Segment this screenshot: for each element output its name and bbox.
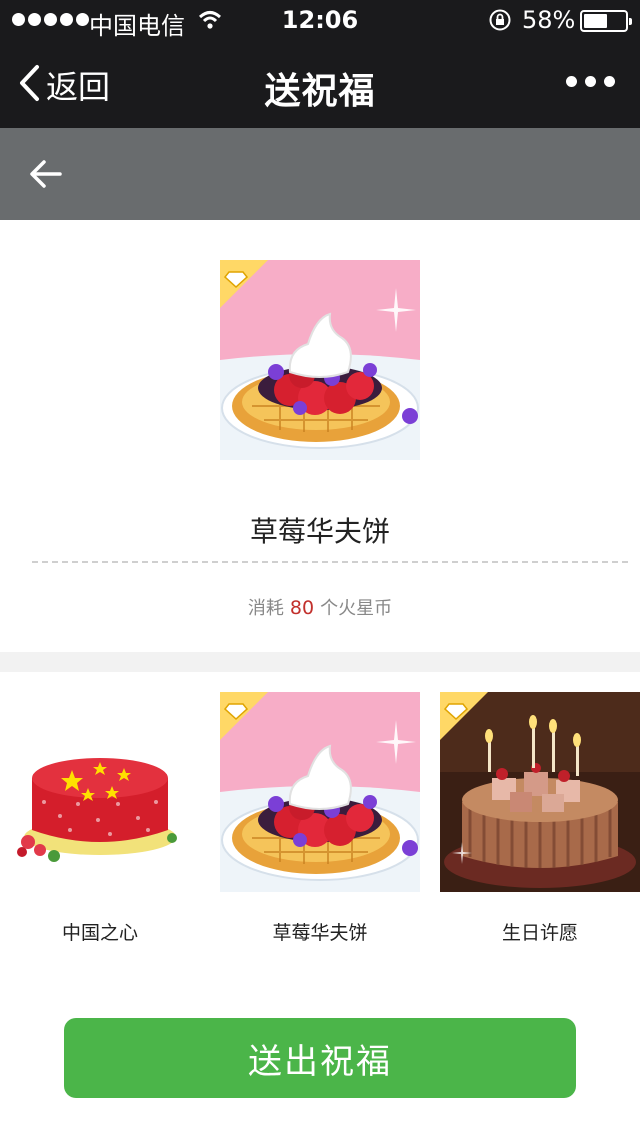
cost-amount: 80	[289, 597, 315, 619]
sub-header	[0, 128, 640, 220]
cost-suffix: 个火星币	[320, 598, 393, 619]
rotation-lock-icon	[488, 8, 512, 38]
status-bar: 中国电信 12:06 58%	[0, 0, 640, 40]
gift-list: 中国之心 草莓华夫饼 生日许愿	[0, 672, 640, 982]
cost-prefix: 消耗	[247, 598, 284, 619]
cost-line: 消耗 80 个火星币	[0, 594, 640, 620]
china-heart-cake-image	[0, 692, 200, 892]
gift-item-label: 中国之心	[61, 922, 138, 944]
nav-bar: 返回 送祝福	[0, 40, 640, 128]
gift-item[interactable]: 草莓华夫饼	[220, 692, 420, 945]
battery-nub	[629, 18, 632, 25]
gift-item[interactable]: 生日许愿	[440, 692, 640, 945]
send-area: 送出祝福	[0, 982, 640, 1136]
battery-fill	[584, 14, 607, 28]
birthday-cake-image	[440, 692, 640, 892]
more-icon[interactable]	[566, 76, 615, 87]
battery-icon	[580, 10, 632, 32]
waffle-image	[220, 692, 420, 892]
divider	[32, 561, 628, 563]
battery-percent: 58%	[522, 6, 576, 34]
gift-item-label: 生日许愿	[501, 922, 578, 944]
arrow-left-icon[interactable]	[28, 156, 64, 196]
selected-gift-card: 草莓华夫饼 消耗 80 个火星币	[0, 220, 640, 652]
waffle-image	[220, 260, 420, 460]
gift-item-label: 草莓华夫饼	[272, 922, 368, 944]
send-blessing-button[interactable]: 送出祝福	[64, 1018, 576, 1098]
gift-item[interactable]: 中国之心	[0, 692, 200, 945]
page-title: 送祝福	[264, 71, 376, 112]
gift-name: 草莓华夫饼	[249, 515, 390, 548]
